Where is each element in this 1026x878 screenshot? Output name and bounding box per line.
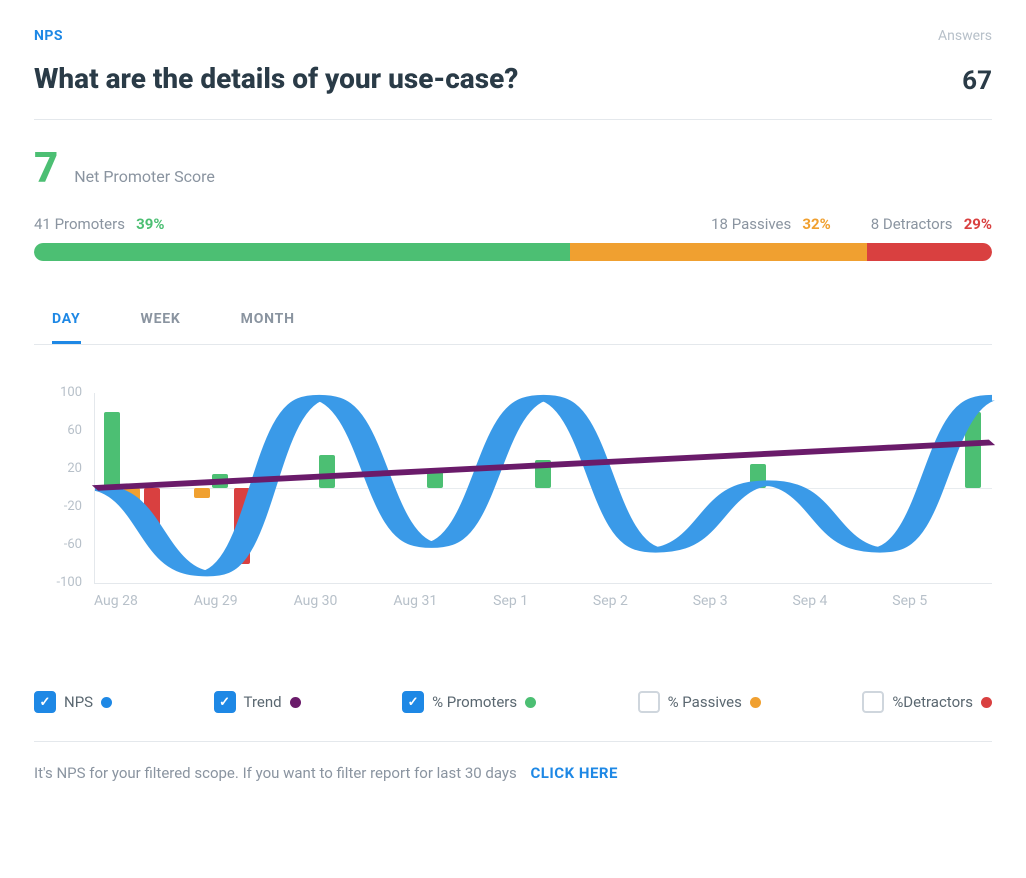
answers-summary: Answers 67 xyxy=(938,28,992,96)
answers-label: Answers xyxy=(938,28,992,44)
nps-score: 7 xyxy=(34,144,58,193)
filter-30-days-link[interactable]: CLICK HERE xyxy=(530,764,617,782)
legend-nps[interactable]: NPS xyxy=(34,691,112,713)
tab-day[interactable]: DAY xyxy=(52,295,81,344)
passives-label: 18 Passives 32% xyxy=(711,215,831,233)
detractors-pct: 29% xyxy=(964,215,992,233)
bar-segment-promoters xyxy=(34,243,570,261)
checkbox-icon[interactable] xyxy=(214,691,236,713)
passives-pct: 32% xyxy=(802,215,830,233)
promoters-pct: 39% xyxy=(136,215,164,233)
nps-score-label: Net Promoter Score xyxy=(74,167,215,186)
legend-trend[interactable]: Trend xyxy=(214,691,301,713)
nps-line xyxy=(95,398,992,574)
nps-breakdown: 41 Promoters 39% 18 Passives 32% 8 Detra… xyxy=(34,215,992,233)
trend-line xyxy=(95,442,992,488)
promoters-label: 41 Promoters 39% xyxy=(34,215,164,233)
header: NPS What are the details of your use-cas… xyxy=(34,28,992,119)
bar-segment-detractors xyxy=(867,243,992,261)
footer-hint: It's NPS for your filtered scope. If you… xyxy=(34,741,992,782)
nps-trend-chart: 1006020-20-60-100 Aug 28Aug 29Aug 30Aug … xyxy=(34,393,992,623)
checkbox-icon[interactable] xyxy=(862,691,884,713)
checkbox-icon[interactable] xyxy=(638,691,660,713)
page-title: What are the details of your use-case? xyxy=(34,62,518,95)
divider xyxy=(34,119,992,120)
legend-dot-icon xyxy=(101,697,112,708)
period-tabs: DAY WEEK MONTH xyxy=(34,295,992,345)
detractors-label: 8 Detractors 29% xyxy=(871,215,992,233)
chart-legend: NPS Trend % Promoters % Passives %Detrac… xyxy=(34,691,992,713)
bar-segment-passives xyxy=(570,243,867,261)
legend-promoters[interactable]: % Promoters xyxy=(402,691,536,713)
legend-passives[interactable]: % Passives xyxy=(638,691,761,713)
checkbox-icon[interactable] xyxy=(34,691,56,713)
legend-dot-icon xyxy=(981,697,992,708)
nps-distribution-bar xyxy=(34,243,992,261)
chart-x-axis: Aug 28Aug 29Aug 30Aug 31Sep 1Sep 2Sep 3S… xyxy=(94,593,992,609)
tab-month[interactable]: MONTH xyxy=(241,295,295,344)
legend-dot-icon xyxy=(290,697,301,708)
nps-score-row: 7 Net Promoter Score xyxy=(34,144,992,193)
chart-plot-area xyxy=(94,393,992,584)
answers-value: 67 xyxy=(938,66,992,96)
legend-dot-icon xyxy=(750,697,761,708)
checkbox-icon[interactable] xyxy=(402,691,424,713)
legend-dot-icon xyxy=(525,697,536,708)
tab-week[interactable]: WEEK xyxy=(141,295,181,344)
breadcrumb[interactable]: NPS xyxy=(34,28,518,44)
legend-detractors[interactable]: %Detractors xyxy=(862,691,992,713)
